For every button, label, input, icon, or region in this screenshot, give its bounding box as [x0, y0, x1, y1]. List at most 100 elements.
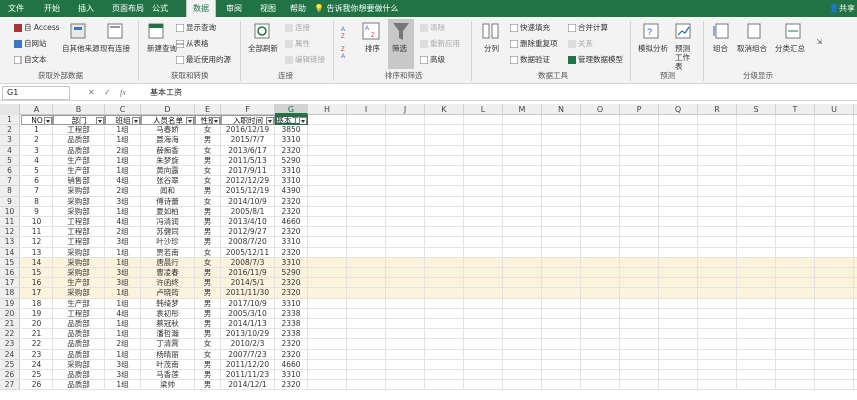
- empty-cell[interactable]: [542, 288, 581, 299]
- table-cell[interactable]: 2014/12/1: [221, 380, 275, 391]
- empty-cell[interactable]: [503, 339, 542, 350]
- table-cell[interactable]: 2013/6/17: [221, 145, 275, 156]
- empty-cell[interactable]: [464, 370, 503, 381]
- row-header[interactable]: 15: [0, 257, 20, 268]
- row-header[interactable]: 21: [0, 319, 20, 330]
- empty-cell[interactable]: [542, 217, 581, 228]
- empty-cell[interactable]: [698, 166, 737, 177]
- empty-cell[interactable]: [386, 380, 425, 391]
- table-cell[interactable]: 男: [195, 308, 221, 319]
- empty-cell[interactable]: [815, 186, 854, 197]
- empty-cell[interactable]: [737, 319, 776, 330]
- empty-cell[interactable]: [815, 268, 854, 279]
- empty-cell[interactable]: [620, 339, 659, 350]
- empty-cell[interactable]: [776, 166, 815, 177]
- empty-cell[interactable]: [620, 268, 659, 279]
- empty-cell[interactable]: [542, 206, 581, 217]
- column-header-Q[interactable]: Q: [659, 104, 698, 115]
- empty-cell[interactable]: [386, 217, 425, 228]
- enter-icon[interactable]: ✓: [104, 86, 111, 100]
- empty-cell[interactable]: [815, 339, 854, 350]
- empty-cell[interactable]: [620, 319, 659, 330]
- empty-cell[interactable]: [776, 135, 815, 146]
- table-cell[interactable]: 2015/12/19: [221, 186, 275, 197]
- row-header[interactable]: 26: [0, 370, 20, 381]
- empty-cell[interactable]: [308, 380, 347, 391]
- empty-cell[interactable]: [503, 237, 542, 248]
- table-cell[interactable]: 朱梦旋: [141, 155, 195, 166]
- empty-cell[interactable]: [503, 135, 542, 146]
- empty-cell[interactable]: [425, 298, 464, 309]
- table-cell[interactable]: 1组: [105, 166, 141, 177]
- empty-cell[interactable]: [425, 217, 464, 228]
- table-cell[interactable]: 薛痴香: [141, 145, 195, 156]
- table-cell[interactable]: 3850: [275, 125, 308, 136]
- table-cell[interactable]: 夏如柏: [141, 206, 195, 217]
- tab-5[interactable]: 数据: [186, 0, 216, 17]
- table-cell[interactable]: 闻和: [141, 186, 195, 197]
- table-cell[interactable]: 2008/7/20: [221, 237, 275, 248]
- empty-cell[interactable]: [464, 145, 503, 156]
- table-cell[interactable]: 20: [21, 319, 53, 330]
- empty-cell[interactable]: [308, 359, 347, 370]
- empty-cell[interactable]: [698, 257, 737, 268]
- table-cell[interactable]: 17: [21, 288, 53, 299]
- table-cell[interactable]: 男: [195, 329, 221, 340]
- cancel-icon[interactable]: ✕: [88, 86, 95, 100]
- ungroup-button[interactable]: 取消组合: [737, 44, 767, 53]
- column-header-T[interactable]: T: [776, 104, 815, 115]
- empty-cell[interactable]: [386, 135, 425, 146]
- empty-cell[interactable]: [464, 247, 503, 258]
- empty-cell[interactable]: [815, 359, 854, 370]
- empty-cell[interactable]: [776, 176, 815, 187]
- empty-cell[interactable]: [659, 227, 698, 238]
- existing-connections-button[interactable]: 现有连接: [100, 44, 130, 53]
- table-cell[interactable]: 采购部: [53, 288, 105, 299]
- table-cell[interactable]: 2320: [275, 145, 308, 156]
- table-cell[interactable]: 2017/10/9: [221, 298, 275, 309]
- empty-cell[interactable]: [659, 155, 698, 166]
- empty-cell[interactable]: [425, 145, 464, 156]
- table-cell[interactable]: 生产部: [53, 166, 105, 177]
- table-cell[interactable]: 1: [21, 125, 53, 136]
- table-cell[interactable]: 11: [21, 227, 53, 238]
- header-cell[interactable]: 班组: [105, 115, 141, 126]
- table-cell[interactable]: 26: [21, 380, 53, 391]
- table-cell[interactable]: 苏健同: [141, 227, 195, 238]
- column-header-J[interactable]: J: [386, 104, 425, 115]
- empty-cell[interactable]: [776, 237, 815, 248]
- empty-cell[interactable]: [347, 288, 386, 299]
- row-header[interactable]: 23: [0, 339, 20, 350]
- empty-cell[interactable]: [659, 278, 698, 289]
- empty-cell[interactable]: [620, 349, 659, 360]
- empty-cell[interactable]: [542, 257, 581, 268]
- empty-cell[interactable]: [347, 186, 386, 197]
- empty-cell[interactable]: [425, 227, 464, 238]
- empty-cell[interactable]: [503, 359, 542, 370]
- table-cell[interactable]: 唐晨行: [141, 257, 195, 268]
- empty-cell[interactable]: [347, 206, 386, 217]
- empty-cell[interactable]: [347, 278, 386, 289]
- empty-cell[interactable]: [425, 115, 464, 126]
- empty-cell[interactable]: [698, 370, 737, 381]
- empty-cell[interactable]: [581, 125, 620, 136]
- table-cell[interactable]: 傅诗蕾: [141, 196, 195, 207]
- table-cell[interactable]: 采购部: [53, 196, 105, 207]
- empty-cell[interactable]: [386, 155, 425, 166]
- empty-cell[interactable]: [503, 329, 542, 340]
- empty-cell[interactable]: [737, 135, 776, 146]
- empty-cell[interactable]: [347, 115, 386, 126]
- table-cell[interactable]: 丁清霄: [141, 339, 195, 350]
- advanced-button[interactable]: 高级: [430, 55, 445, 64]
- empty-cell[interactable]: [815, 115, 854, 126]
- header-cell[interactable]: 入职时间: [221, 115, 275, 126]
- empty-cell[interactable]: [815, 288, 854, 299]
- table-cell[interactable]: 男: [195, 278, 221, 289]
- empty-cell[interactable]: [620, 257, 659, 268]
- table-cell[interactable]: 2005/12/11: [221, 247, 275, 258]
- table-cell[interactable]: 2338: [275, 319, 308, 330]
- empty-cell[interactable]: [308, 217, 347, 228]
- empty-cell[interactable]: [620, 227, 659, 238]
- empty-cell[interactable]: [347, 370, 386, 381]
- table-cell[interactable]: 3组: [105, 268, 141, 279]
